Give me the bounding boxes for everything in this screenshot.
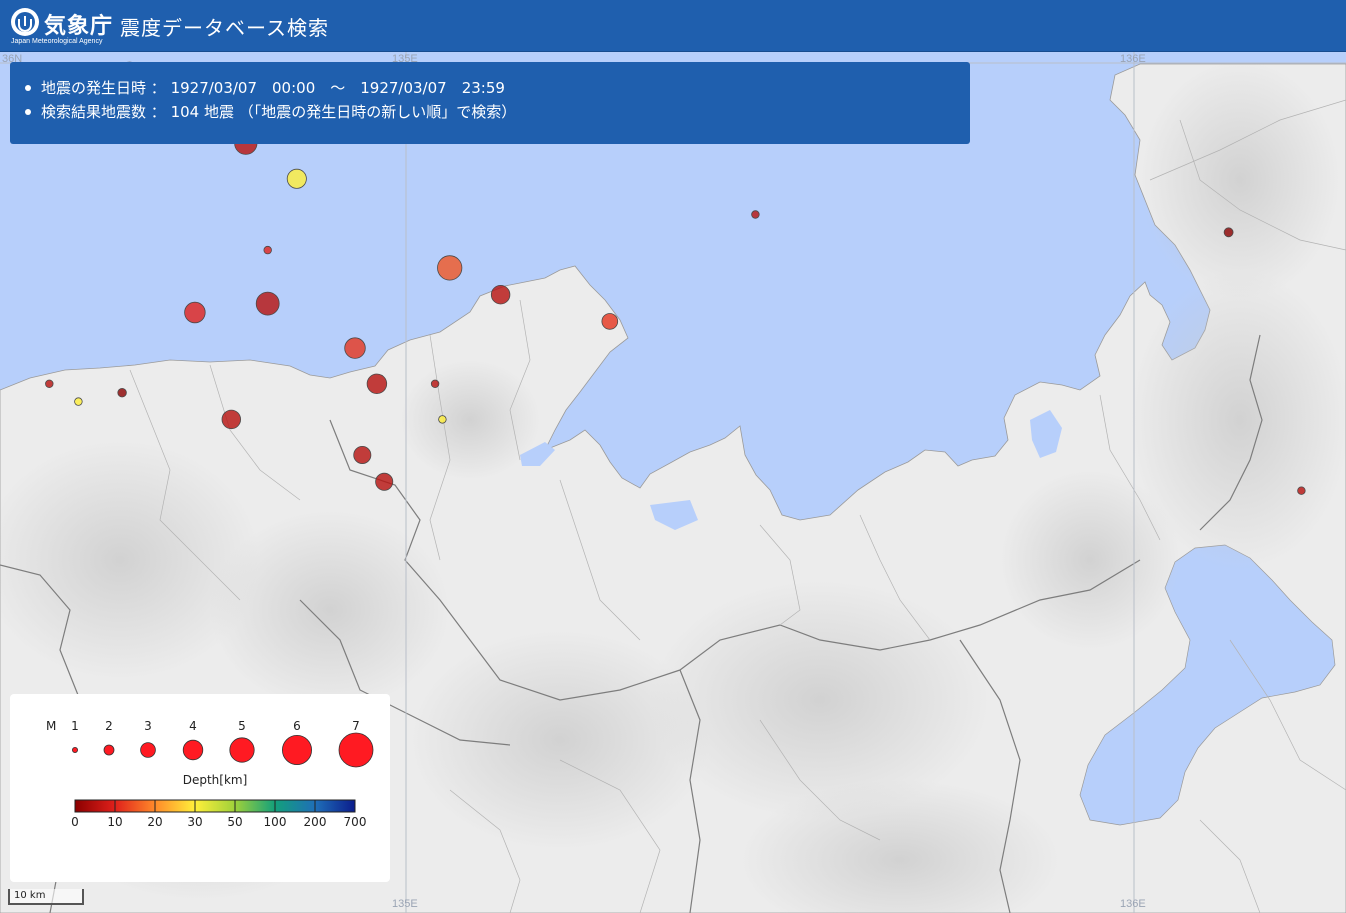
magnitude-tick-label: 7 bbox=[352, 719, 360, 733]
header-bar: 気象庁 Japan Meteorological Agency 震度データベース… bbox=[0, 0, 1346, 52]
magnitude-legend-circle bbox=[338, 732, 374, 768]
magnitude-legend-circle bbox=[182, 739, 204, 761]
scale-bar: 10 km bbox=[8, 889, 84, 905]
magnitude-tick-label: 3 bbox=[144, 719, 152, 733]
depth-color-bar: 0 10 20 30 50 100 200 700 bbox=[71, 799, 367, 829]
earthquake-marker[interactable] bbox=[45, 379, 54, 388]
depth-tick-label: 20 bbox=[147, 815, 162, 829]
result-count-line: 検索結果地震数 ： 104 地震 （「地震の発生日時の新しい順」で検索） bbox=[24, 100, 970, 124]
depth-tick-label: 30 bbox=[187, 815, 202, 829]
magnitude-tick-label: 1 bbox=[71, 719, 79, 733]
app-window: 気象庁 Japan Meteorological Agency 震度データベース… bbox=[0, 0, 1346, 913]
grid-label-135e: 135E bbox=[392, 898, 418, 910]
magnitude-legend-circle bbox=[72, 747, 79, 754]
magnitude-tick-label: 2 bbox=[105, 719, 113, 733]
earthquake-marker[interactable] bbox=[438, 415, 447, 424]
depth-tick-label: 200 bbox=[304, 815, 327, 829]
earthquake-marker[interactable] bbox=[74, 397, 83, 406]
earthquake-marker[interactable] bbox=[255, 291, 280, 316]
depth-tick-label: 10 bbox=[107, 815, 122, 829]
magnitude-tick-label: 5 bbox=[238, 719, 246, 733]
earthquake-marker[interactable] bbox=[1223, 227, 1234, 238]
period-value: 1927/03/07 00:00 ～ 1927/03/07 23:59 bbox=[170, 79, 505, 97]
depth-title: Depth[km] bbox=[183, 773, 248, 787]
magnitude-legend-circle bbox=[281, 735, 312, 766]
jma-logo-icon bbox=[11, 8, 39, 36]
depth-tick-label: 0 bbox=[71, 815, 79, 829]
period-label: 地震の発生日時 bbox=[41, 79, 147, 97]
grid-label-136e-top: 136E bbox=[1120, 53, 1146, 65]
app-title: 震度データベース検索 bbox=[120, 16, 329, 40]
earthquake-marker[interactable] bbox=[437, 255, 463, 281]
earthquake-marker[interactable] bbox=[117, 388, 127, 398]
depth-tick-label: 700 bbox=[344, 815, 367, 829]
depth-tick-label: 50 bbox=[227, 815, 242, 829]
earthquake-marker[interactable] bbox=[263, 245, 272, 255]
earthquake-marker[interactable] bbox=[375, 472, 394, 491]
earthquake-marker[interactable] bbox=[353, 445, 372, 464]
earthquake-marker[interactable] bbox=[221, 409, 242, 430]
map-legend: M 1 2 3 4 5 6 7 Depth[km] 0 10 20 30 50 100 200 700 bbox=[10, 694, 390, 882]
earthquake-marker[interactable] bbox=[184, 301, 206, 324]
search-info-panel: 地震の発生日時 ： 1927/03/07 00:00 ～ 1927/03/07 … bbox=[10, 62, 970, 144]
agency-english-name: Japan Meteorological Agency bbox=[11, 38, 103, 45]
depth-tick-label: 100 bbox=[264, 815, 287, 829]
magnitude-label: M bbox=[46, 719, 56, 733]
earthquake-marker[interactable] bbox=[490, 285, 511, 305]
count-label: 検索結果地震数 bbox=[41, 103, 147, 121]
magnitude-legend-circle bbox=[103, 744, 115, 756]
agency-name: 気象庁 bbox=[44, 14, 114, 39]
magnitude-legend-circle bbox=[140, 742, 156, 758]
grid-label-136e: 136E bbox=[1120, 898, 1146, 910]
magnitude-tick-label: 6 bbox=[293, 719, 301, 733]
earthquake-marker[interactable] bbox=[601, 313, 619, 330]
count-value: 104 地震 （「地震の発生日時の新しい順」で検索） bbox=[170, 103, 517, 121]
magnitude-tick-label: 4 bbox=[189, 719, 197, 733]
magnitude-legend-circle bbox=[229, 737, 255, 763]
earthquake-marker[interactable] bbox=[286, 168, 307, 189]
search-period-line: 地震の発生日時 ： 1927/03/07 00:00 ～ 1927/03/07 … bbox=[24, 76, 970, 100]
earthquake-marker[interactable] bbox=[1297, 486, 1306, 495]
depth-gradient-bar bbox=[74, 799, 356, 813]
earthquake-marker[interactable] bbox=[366, 373, 388, 395]
earthquake-marker[interactable] bbox=[751, 210, 760, 219]
magnitude-scale: 1 2 3 4 5 6 7 bbox=[71, 719, 374, 768]
earthquake-marker[interactable] bbox=[344, 337, 366, 359]
earthquake-marker[interactable] bbox=[430, 379, 440, 388]
